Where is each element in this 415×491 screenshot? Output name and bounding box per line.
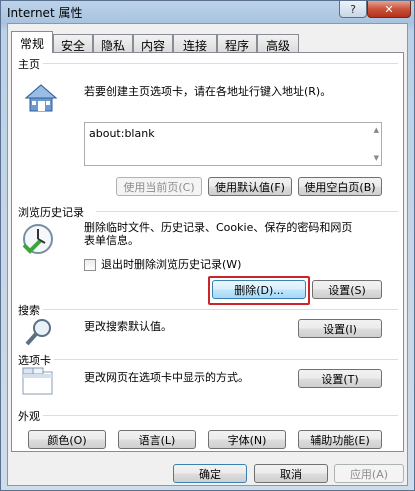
- search-settings-button[interactable]: 设置(I): [298, 319, 382, 338]
- history-description-line1: 删除临时文件、历史记录、Cookie、保存的密码和网页: [84, 221, 353, 234]
- use-current-button[interactable]: 使用当前页(C): [116, 177, 202, 196]
- tab-programs[interactable]: 程序: [217, 34, 257, 53]
- tab-advanced[interactable]: 高级: [257, 34, 299, 53]
- tab-content[interactable]: 内容: [133, 34, 173, 53]
- tabs-description: 更改网页在选项卡中显示的方式。: [84, 371, 249, 384]
- delete-on-exit-label: 退出时删除浏览历史记录(W): [101, 258, 242, 271]
- dialog-client-area: 常规 安全 隐私 内容 连接 程序 高级 主页 若要创建主页选项卡，请在各地址行…: [7, 23, 408, 486]
- appearance-group-divider: [42, 415, 398, 416]
- help-icon: ?: [350, 2, 356, 16]
- internet-properties-window: Internet 属性 ? ✕ 常规 安全 隐私 内容 连接 程序 高级 主页: [0, 0, 415, 491]
- languages-button[interactable]: 语言(L): [118, 430, 196, 449]
- homepage-description: 若要创建主页选项卡，请在各地址行键入地址(R)。: [84, 85, 332, 98]
- close-button[interactable]: ✕: [367, 1, 411, 18]
- scroll-down-icon[interactable]: ▼: [374, 154, 379, 162]
- search-group-label: 搜索: [18, 302, 43, 318]
- tab-connections[interactable]: 连接: [173, 34, 217, 53]
- delete-on-exit-checkbox[interactable]: [84, 259, 96, 271]
- tab-privacy[interactable]: 隐私: [93, 34, 133, 53]
- scroll-up-icon[interactable]: ▲: [374, 126, 379, 134]
- history-settings-button[interactable]: 设置(S): [312, 280, 382, 299]
- use-blank-button[interactable]: 使用空白页(B): [298, 177, 382, 196]
- tab-general[interactable]: 常规: [11, 31, 53, 53]
- title-bar[interactable]: Internet 属性 ? ✕: [1, 1, 414, 23]
- homepage-group-divider: [42, 63, 398, 64]
- tab-security[interactable]: 安全: [53, 34, 93, 53]
- clock-history-icon: [22, 224, 53, 254]
- history-description-line2: 表单信息。: [84, 234, 139, 247]
- house-icon: [24, 84, 58, 112]
- search-group-divider: [42, 309, 398, 310]
- window-title: Internet 属性: [7, 6, 83, 20]
- use-default-button[interactable]: 使用默认值(F): [208, 177, 292, 196]
- tabs-group-divider: [54, 359, 398, 360]
- cancel-button[interactable]: 取消: [254, 464, 328, 483]
- delete-history-button[interactable]: 删除(D)...: [212, 280, 306, 299]
- homepage-address-value: about:blank: [89, 127, 155, 140]
- tabbed-window-icon: [22, 367, 53, 395]
- tabs-settings-button[interactable]: 设置(T): [298, 369, 382, 388]
- help-button[interactable]: ?: [339, 1, 367, 18]
- apply-button[interactable]: 应用(A): [334, 464, 404, 483]
- colors-button[interactable]: 颜色(O): [28, 430, 106, 449]
- homepage-address-textarea[interactable]: about:blank ▲ ▼: [84, 122, 382, 166]
- search-description: 更改搜索默认值。: [84, 320, 172, 333]
- appearance-group-label: 外观: [18, 408, 43, 424]
- general-tab-panel: 主页 若要创建主页选项卡，请在各地址行键入地址(R)。 about:blank …: [11, 52, 404, 452]
- tabs-group-label: 选项卡: [18, 352, 54, 368]
- history-group-label: 浏览历史记录: [18, 204, 87, 220]
- fonts-button[interactable]: 字体(N): [208, 430, 286, 449]
- accessibility-button[interactable]: 辅助功能(E): [298, 430, 382, 449]
- magnifier-icon: [25, 319, 51, 346]
- close-icon: ✕: [384, 2, 394, 16]
- ok-button[interactable]: 确定: [173, 464, 247, 483]
- history-group-divider: [96, 211, 398, 212]
- homepage-group-label: 主页: [18, 56, 43, 72]
